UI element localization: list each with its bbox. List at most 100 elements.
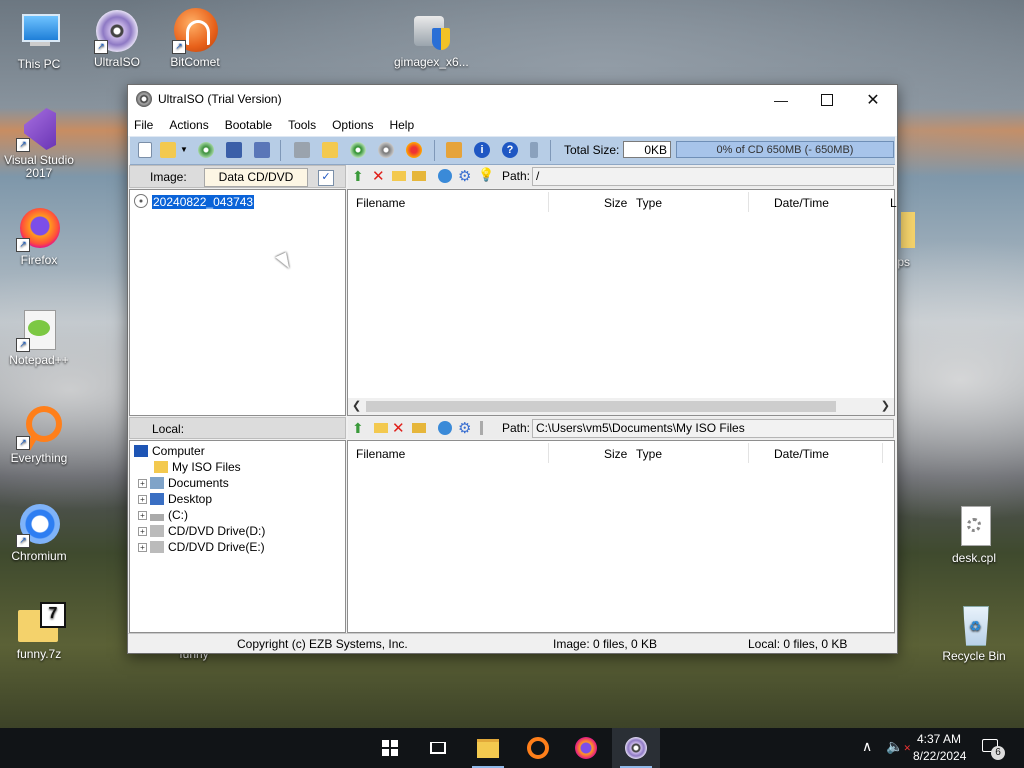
open-cd-icon[interactable] bbox=[198, 142, 214, 158]
expand-icon[interactable]: + bbox=[138, 511, 147, 520]
scroll-left-icon[interactable]: ❮ bbox=[352, 399, 361, 412]
up-arrow-icon[interactable]: ⬆ bbox=[352, 420, 364, 437]
col-datetime[interactable]: Date/Time bbox=[774, 196, 829, 210]
notification-center-button[interactable]: 6 bbox=[980, 736, 1008, 760]
expand-icon[interactable]: + bbox=[138, 479, 147, 488]
tree-item-drive-d[interactable]: + CD/DVD Drive(D:) bbox=[138, 524, 265, 538]
rename-icon[interactable] bbox=[412, 171, 426, 181]
col-filename[interactable]: Filename bbox=[356, 196, 405, 210]
window-title: UltraISO (Trial Version) bbox=[158, 92, 282, 106]
image-path-field[interactable]: / bbox=[532, 167, 894, 186]
expand-icon[interactable]: + bbox=[138, 543, 147, 552]
tree-item-drive-e[interactable]: + CD/DVD Drive(E:) bbox=[138, 540, 265, 554]
info-icon[interactable]: i bbox=[474, 142, 490, 158]
up-arrow-icon[interactable]: ⬆ bbox=[352, 168, 364, 185]
taskbar-everything[interactable] bbox=[514, 728, 562, 768]
bulb-icon[interactable]: 💡 bbox=[478, 167, 494, 183]
desktop-icon-bitcomet[interactable]: ↗ BitComet bbox=[158, 8, 232, 69]
menu-options[interactable]: Options bbox=[332, 118, 373, 132]
new-folder-icon[interactable] bbox=[392, 171, 406, 181]
task-view-icon bbox=[430, 742, 446, 754]
taskbar-firefox[interactable] bbox=[562, 728, 610, 768]
new-folder-icon[interactable] bbox=[374, 423, 388, 433]
clock-time[interactable]: 4:37 AM bbox=[917, 732, 961, 746]
volume-muted-icon[interactable]: 🔈✕ bbox=[886, 738, 911, 755]
disc-icon bbox=[625, 737, 647, 759]
menu-help[interactable]: Help bbox=[389, 118, 414, 132]
add-files-icon[interactable] bbox=[322, 142, 338, 158]
horizontal-scrollbar[interactable]: ❮ ❯ bbox=[348, 398, 894, 415]
col-l[interactable]: L bbox=[890, 196, 897, 210]
desktop-icon-chromium[interactable]: ↗ Chromium bbox=[2, 502, 76, 563]
show-hidden-icons-icon[interactable]: ∧ bbox=[862, 738, 872, 755]
scroll-right-icon[interactable]: ❯ bbox=[881, 399, 890, 412]
save-as-icon[interactable] bbox=[254, 142, 270, 158]
gear-icon[interactable]: ⚙ bbox=[458, 419, 471, 437]
desktop-icon-notepadpp[interactable]: ↗ Notepad++ bbox=[2, 306, 76, 367]
col-size[interactable]: Size bbox=[604, 447, 627, 461]
tree-item-documents[interactable]: + Documents bbox=[138, 476, 229, 490]
globe-icon[interactable] bbox=[438, 421, 452, 435]
scrollbar-thumb[interactable] bbox=[366, 401, 836, 412]
image-file-list[interactable]: Filename Size Type Date/Time L ❮ ❯ bbox=[347, 189, 897, 416]
dropdown-arrow-icon[interactable]: ▼ bbox=[180, 142, 188, 158]
burn-icon[interactable] bbox=[406, 142, 422, 158]
title-bar[interactable]: UltraISO (Trial Version) — ✕ bbox=[128, 85, 897, 114]
image-properties-icon[interactable]: ✓ bbox=[318, 170, 334, 186]
desktop-icon-ultraiso[interactable]: ↗ UltraISO bbox=[80, 8, 154, 69]
open-icon[interactable] bbox=[160, 142, 176, 158]
desktop-icon-firefox[interactable]: ↗ Firefox bbox=[2, 206, 76, 267]
maximize-button[interactable] bbox=[804, 85, 850, 114]
col-datetime[interactable]: Date/Time bbox=[774, 447, 829, 461]
clock-date[interactable]: 8/22/2024 bbox=[913, 749, 966, 763]
make-cd-image-icon[interactable] bbox=[350, 142, 366, 158]
tree-item-desktop[interactable]: + Desktop bbox=[138, 492, 212, 506]
task-view-button[interactable] bbox=[414, 728, 462, 768]
local-file-toolbar: ⬆ ✕ ⚙ Path: C:\Users\vm5\Documents\My IS… bbox=[348, 417, 894, 439]
rename-icon[interactable] bbox=[412, 423, 426, 433]
delete-icon[interactable]: ✕ bbox=[372, 167, 385, 185]
desktop-icon-this-pc[interactable]: This PC bbox=[2, 10, 76, 71]
taskbar-ultraiso[interactable] bbox=[612, 728, 660, 768]
desktop-icon-gimagex[interactable]: gimagex_x6... bbox=[394, 8, 469, 69]
extract-icon[interactable] bbox=[294, 142, 310, 158]
exit-icon[interactable] bbox=[530, 142, 538, 158]
image-type-field[interactable]: Data CD/DVD bbox=[204, 168, 308, 187]
delete-icon[interactable]: ✕ bbox=[392, 419, 405, 437]
tree-item-drive-c[interactable]: + (C:) bbox=[138, 508, 188, 522]
menu-tools[interactable]: Tools bbox=[288, 118, 316, 132]
column-separator bbox=[748, 443, 749, 463]
taskbar-file-explorer[interactable] bbox=[464, 728, 512, 768]
start-button[interactable] bbox=[366, 728, 414, 768]
minimize-button[interactable]: — bbox=[758, 85, 804, 114]
capacity-bar[interactable]: 0% of CD 650MB (- 650MB) bbox=[676, 141, 894, 158]
help-icon[interactable]: ? bbox=[502, 142, 518, 158]
menu-actions[interactable]: Actions bbox=[169, 118, 208, 132]
gear-icon[interactable]: ⚙ bbox=[458, 167, 471, 185]
desktop-icon-desk-cpl[interactable]: desk.cpl bbox=[937, 504, 1011, 565]
compress-icon[interactable] bbox=[378, 142, 394, 158]
expand-icon[interactable]: + bbox=[138, 527, 147, 536]
local-file-list[interactable]: Filename Size Type Date/Time bbox=[347, 440, 895, 633]
close-button[interactable]: ✕ bbox=[850, 85, 896, 114]
tree-item-my-iso-files[interactable]: My ISO Files bbox=[154, 460, 241, 474]
desktop-icon-everything[interactable]: ↗ Everything bbox=[2, 404, 76, 465]
col-size[interactable]: Size bbox=[604, 196, 627, 210]
taskbar: ∧ 🔈✕ 4:37 AM 8/22/2024 6 bbox=[0, 728, 1024, 768]
new-icon[interactable] bbox=[138, 142, 152, 158]
tree-item-image-root[interactable]: 20240822_043743 bbox=[134, 194, 256, 210]
tree-item-computer[interactable]: Computer bbox=[134, 444, 205, 458]
save-icon[interactable] bbox=[226, 142, 242, 158]
expand-icon[interactable]: + bbox=[138, 495, 147, 504]
col-type[interactable]: Type bbox=[636, 196, 662, 210]
globe-icon[interactable] bbox=[438, 169, 452, 183]
local-path-field[interactable]: C:\Users\vm5\Documents\My ISO Files bbox=[532, 419, 894, 438]
col-type[interactable]: Type bbox=[636, 447, 662, 461]
menu-file[interactable]: File bbox=[134, 118, 153, 132]
desktop-icon-funny-7z[interactable]: 7 funny.7z bbox=[2, 600, 76, 661]
col-filename[interactable]: Filename bbox=[356, 447, 405, 461]
desktop-icon-recycle-bin[interactable]: ♻ Recycle Bin bbox=[937, 602, 1011, 663]
mount-icon[interactable] bbox=[446, 142, 462, 158]
menu-bootable[interactable]: Bootable bbox=[225, 118, 272, 132]
desktop-icon-visual-studio[interactable]: ↗ Visual Studio 2017 bbox=[2, 106, 76, 180]
